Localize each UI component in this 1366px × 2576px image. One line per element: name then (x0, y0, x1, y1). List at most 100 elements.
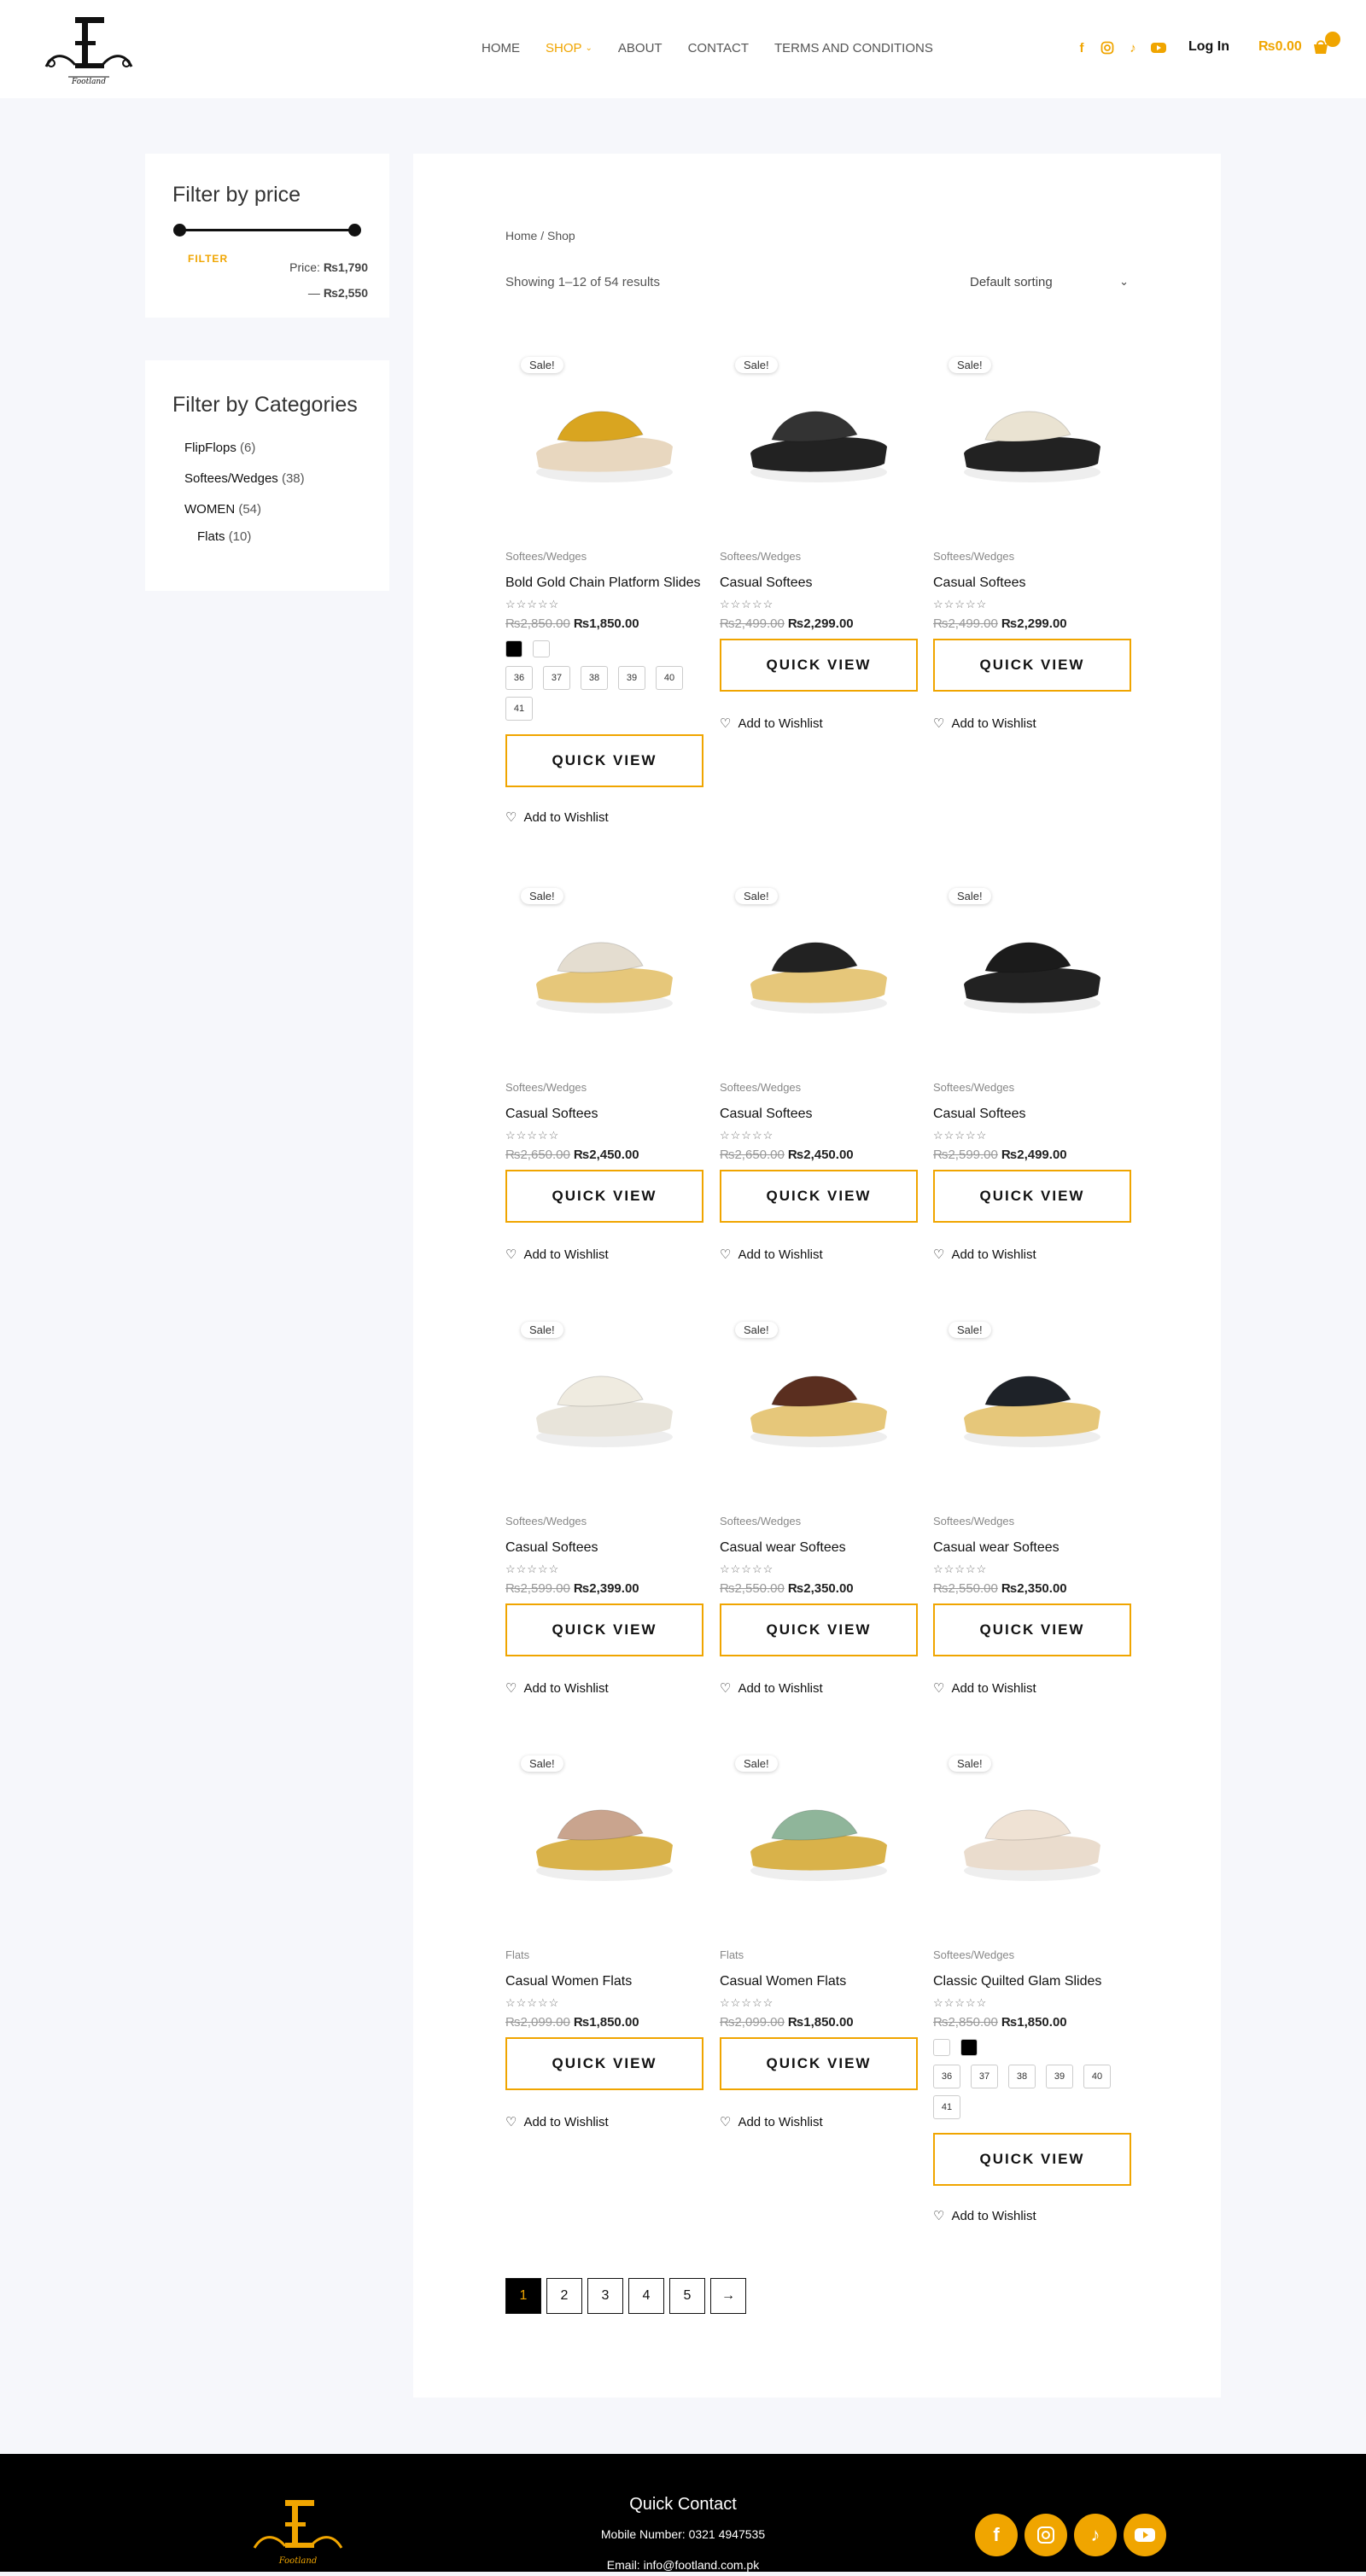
product-title[interactable]: Casual Softees (505, 1540, 598, 1556)
size-option[interactable]: 38 (581, 666, 608, 690)
nav-contact[interactable]: CONTACT (688, 41, 749, 55)
filter-button[interactable]: FILTER (188, 253, 228, 265)
add-to-wishlist-link[interactable]: ♡ Add to Wishlist (505, 2114, 609, 2130)
product-category[interactable]: Softees/Wedges (720, 550, 801, 563)
quick-view-button[interactable]: QUICK VIEW (505, 1170, 703, 1223)
size-option[interactable]: 39 (618, 666, 645, 690)
quick-view-button[interactable]: QUICK VIEW (933, 1170, 1131, 1223)
quick-view-button[interactable]: QUICK VIEW (505, 734, 703, 787)
size-option[interactable]: 37 (971, 2065, 998, 2088)
product-title[interactable]: Casual Softees (933, 575, 1026, 591)
color-swatch[interactable] (933, 2039, 950, 2056)
product-category[interactable]: Softees/Wedges (933, 1081, 1014, 1094)
nav-about[interactable]: ABOUT (618, 41, 663, 55)
quick-view-button[interactable]: QUICK VIEW (720, 2037, 918, 2090)
color-swatch[interactable] (505, 640, 522, 657)
product-title[interactable]: Classic Quilted Glam Slides (933, 1974, 1101, 1989)
add-to-wishlist-link[interactable]: ♡ Add to Wishlist (720, 1680, 823, 1697)
product-title[interactable]: Casual Softees (720, 1107, 813, 1122)
product-title[interactable]: Casual Softees (505, 1107, 598, 1122)
youtube-icon[interactable] (1124, 2514, 1166, 2556)
page-number[interactable]: 4 (628, 2278, 664, 2314)
category-item[interactable]: Flats (10) (197, 529, 251, 544)
facebook-icon[interactable]: f (975, 2514, 1018, 2556)
product-title[interactable]: Casual Women Flats (505, 1974, 632, 1989)
quick-view-button[interactable]: QUICK VIEW (505, 2037, 703, 2090)
add-to-wishlist-link[interactable]: ♡ Add to Wishlist (505, 1247, 609, 1263)
quick-view-button[interactable]: QUICK VIEW (933, 2133, 1131, 2186)
page-number[interactable]: 2 (546, 2278, 582, 2314)
color-swatch[interactable] (960, 2039, 978, 2056)
heart-icon: ♡ (505, 810, 517, 825)
nav-shop[interactable]: SHOP ⌄ (546, 41, 593, 55)
quick-view-button[interactable]: QUICK VIEW (720, 639, 918, 692)
product-title[interactable]: Casual Softees (720, 575, 813, 591)
footer-email[interactable]: Email: info@footland.com.pk (0, 2558, 1366, 2572)
facebook-icon[interactable]: f (1074, 39, 1089, 56)
add-to-wishlist-link[interactable]: ♡ Add to Wishlist (505, 809, 609, 826)
size-option[interactable]: 41 (505, 697, 533, 721)
instagram-icon[interactable] (1024, 2514, 1067, 2556)
size-option[interactable]: 37 (543, 666, 570, 690)
next-page-button[interactable]: → (710, 2278, 746, 2314)
color-swatch[interactable] (533, 640, 550, 657)
category-item[interactable]: FlipFlops (6) (184, 441, 255, 455)
product-category[interactable]: Softees/Wedges (933, 550, 1014, 563)
category-item[interactable]: Softees/Wedges (38) (184, 471, 305, 486)
quick-view-button[interactable]: QUICK VIEW (720, 1170, 918, 1223)
add-to-wishlist-link[interactable]: ♡ Add to Wishlist (933, 716, 1036, 732)
product-title[interactable]: Bold Gold Chain Platform Slides (505, 575, 701, 591)
size-option[interactable]: 40 (1083, 2065, 1111, 2088)
add-to-wishlist-link[interactable]: ♡ Add to Wishlist (505, 1680, 609, 1697)
page-number[interactable]: 5 (669, 2278, 705, 2314)
product-category[interactable]: Softees/Wedges (720, 1515, 801, 1527)
product-category[interactable]: Softees/Wedges (505, 550, 587, 563)
breadcrumb[interactable]: Home / Shop (505, 229, 575, 242)
footland-logo[interactable]: Footland (38, 12, 140, 85)
nav-home[interactable]: HOME (482, 41, 520, 55)
nav-terms[interactable]: TERMS AND CONDITIONS (774, 41, 933, 55)
page-number[interactable]: 1 (505, 2278, 541, 2314)
old-price: ₨2,550.00 (720, 1581, 785, 1596)
size-option[interactable]: 41 (933, 2095, 960, 2119)
product-category[interactable]: Softees/Wedges (505, 1081, 587, 1094)
product-category[interactable]: Softees/Wedges (933, 1948, 1014, 1961)
add-to-wishlist-link[interactable]: ♡ Add to Wishlist (720, 2114, 823, 2130)
sandal-icon (750, 942, 887, 1013)
add-to-wishlist-link[interactable]: ♡ Add to Wishlist (720, 716, 823, 732)
tiktok-icon[interactable]: ♪ (1125, 39, 1141, 56)
product-title[interactable]: Casual Women Flats (720, 1974, 846, 1989)
price-slider-track[interactable] (178, 229, 353, 231)
product-title[interactable]: Casual wear Softees (720, 1540, 846, 1556)
product-category[interactable]: Softees/Wedges (720, 1081, 801, 1094)
product-title[interactable]: Casual Softees (933, 1107, 1026, 1122)
product-category[interactable]: Softees/Wedges (505, 1515, 587, 1527)
quick-view-button[interactable]: QUICK VIEW (933, 639, 1131, 692)
youtube-icon[interactable] (1151, 39, 1166, 56)
size-option[interactable]: 36 (505, 666, 533, 690)
product-category[interactable]: Softees/Wedges (933, 1515, 1014, 1527)
quick-view-button[interactable]: QUICK VIEW (933, 1603, 1131, 1656)
tiktok-icon[interactable]: ♪ (1074, 2514, 1117, 2556)
add-to-wishlist-link[interactable]: ♡ Add to Wishlist (933, 1247, 1036, 1263)
quick-view-button[interactable]: QUICK VIEW (720, 1603, 918, 1656)
product-category[interactable]: Flats (720, 1948, 744, 1961)
size-option[interactable]: 36 (933, 2065, 960, 2088)
add-to-wishlist-link[interactable]: ♡ Add to Wishlist (720, 1247, 823, 1263)
product-category[interactable]: Flats (505, 1948, 529, 1961)
size-option[interactable]: 39 (1046, 2065, 1073, 2088)
size-option[interactable]: 38 (1008, 2065, 1036, 2088)
category-item[interactable]: WOMEN (54) (184, 502, 261, 517)
product-title[interactable]: Casual wear Softees (933, 1540, 1060, 1556)
login-link[interactable]: Log In (1188, 39, 1229, 55)
cart-total[interactable]: ₨0.00 (1258, 39, 1302, 55)
sorting-select[interactable]: Default sorting ⌄ (970, 275, 1129, 289)
size-option[interactable]: 40 (656, 666, 683, 690)
add-to-wishlist-link[interactable]: ♡ Add to Wishlist (933, 1680, 1036, 1697)
quick-view-button[interactable]: QUICK VIEW (505, 1603, 703, 1656)
instagram-icon[interactable] (1100, 39, 1115, 56)
price-slider-max-handle[interactable] (348, 224, 361, 237)
page-number[interactable]: 3 (587, 2278, 623, 2314)
add-to-wishlist-link[interactable]: ♡ Add to Wishlist (933, 2208, 1036, 2224)
price-slider-min-handle[interactable] (173, 224, 186, 237)
